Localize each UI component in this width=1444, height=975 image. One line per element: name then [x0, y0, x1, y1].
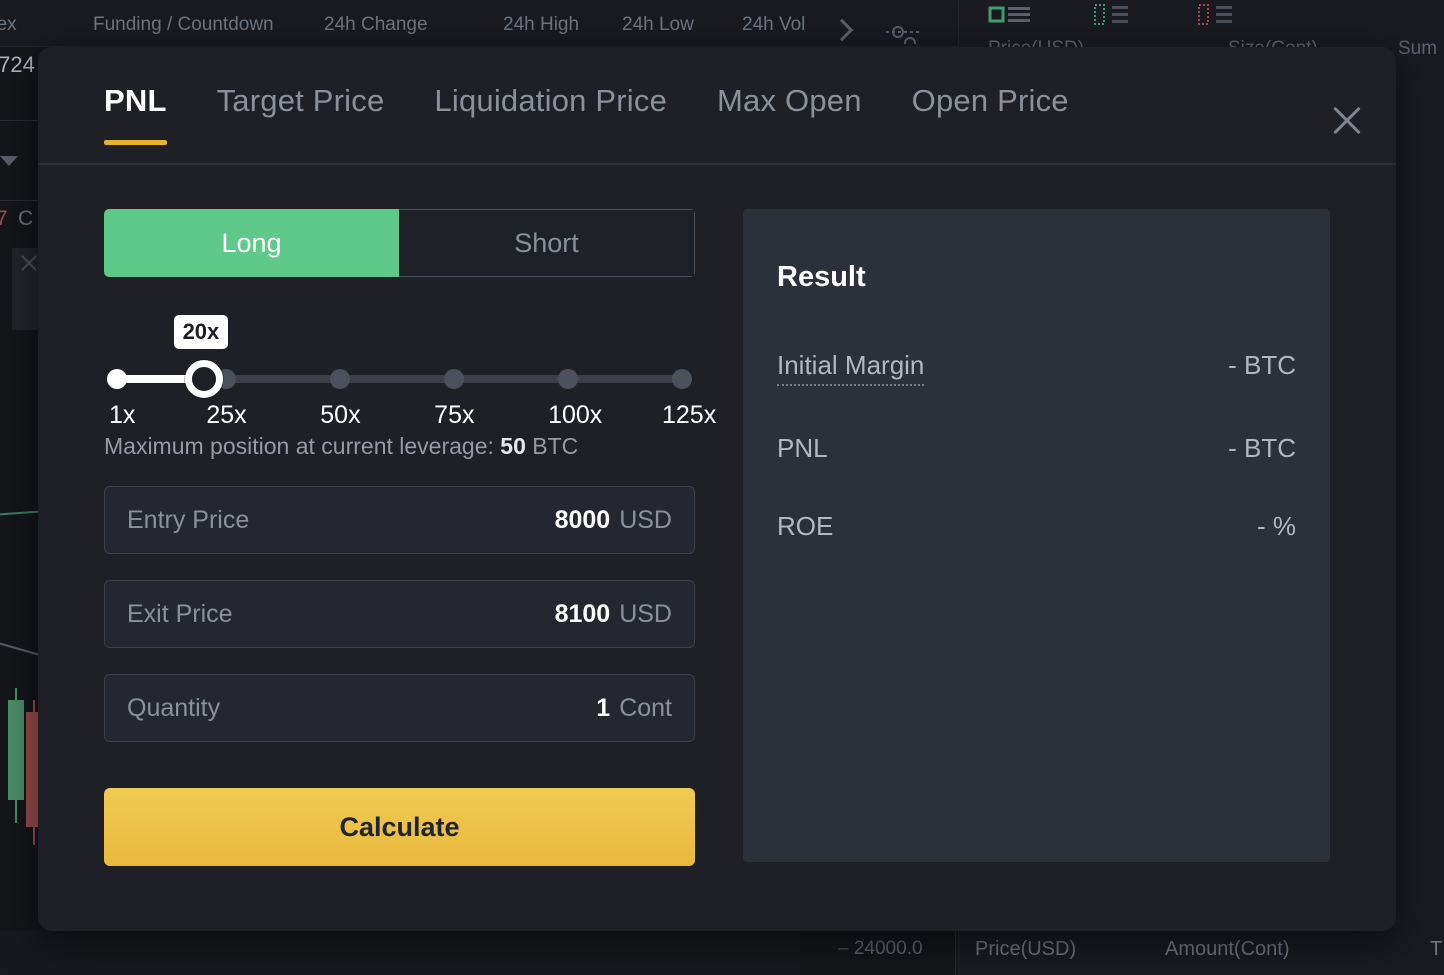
trades-column-header: Price(USD) — [975, 938, 1077, 960]
max-position-text: Maximum position at current leverage: 50… — [104, 433, 579, 459]
orderbook-column-header: Sum — [1398, 38, 1438, 59]
candlestick — [8, 688, 24, 823]
calculator-form: Long Short 1x 25x 50x 75x 100x 125x 20x Maxim… — [104, 209, 716, 866]
slider-tick-1x[interactable] — [107, 369, 127, 389]
market-column-header: 24h Vol — [742, 14, 806, 35]
field-label: Quantity — [127, 693, 221, 722]
app-screen: dex Funding / Countdown 24h Change 24h Hig… — [0, 0, 1444, 975]
field-value: 8000 USD — [554, 505, 672, 534]
tab-open-price[interactable]: Open Price — [912, 83, 1069, 145]
exit-price-input[interactable]: Exit Price 8100 USD — [104, 580, 695, 648]
leverage-value-tooltip: 20x — [173, 315, 229, 349]
slider-label-125x: 125x — [662, 401, 717, 429]
slider-tick-75x[interactable] — [444, 369, 465, 389]
slider-tick-125x[interactable] — [672, 369, 692, 389]
long-button[interactable]: Long — [104, 209, 399, 277]
market-column-header: 24h Change — [324, 14, 428, 35]
result-value: - BTC — [1228, 350, 1296, 380]
slider-tick-50x[interactable] — [330, 369, 351, 389]
chart-axis-price-label: – 24000.0 — [838, 938, 923, 959]
field-unit: Cont — [619, 693, 672, 722]
slider-label-1x: 1x — [109, 401, 136, 429]
settings-sliders-icon[interactable] — [884, 26, 926, 49]
field-unit: USD — [619, 599, 672, 628]
market-last-price: ,724 — [0, 52, 35, 77]
result-row: ROE - % — [777, 511, 1296, 542]
calculator-modal: PNL Target Price Liquidation Price Max Open… — [38, 47, 1396, 931]
caret-down-icon[interactable] — [0, 156, 18, 166]
divider — [0, 120, 40, 121]
field-value: 1 Cont — [596, 693, 672, 722]
field-label: Entry Price — [127, 505, 250, 534]
orderbook-view-bids-icon[interactable] — [1092, 3, 1136, 27]
side-toggle: Long Short — [104, 209, 695, 277]
leverage-slider[interactable]: 1x 25x 50x 75x 100x 125x 20x — [104, 315, 716, 431]
result-panel: Result Initial Margin - BTC PNL - BTC ROE - % — [743, 209, 1330, 862]
market-currency-label: C — [18, 207, 34, 230]
tab-pnl[interactable]: PNL — [104, 83, 167, 145]
market-change-value: 7 — [0, 207, 8, 230]
calculator-tabs: PNL Target Price Liquidation Price Max Open… — [104, 83, 1069, 145]
market-col-index: dex — [0, 14, 17, 35]
result-column: Result Initial Margin - BTC PNL - BTC ROE - % — [743, 209, 1330, 866]
result-key[interactable]: Initial Margin — [777, 350, 925, 386]
orderbook-view-both-icon[interactable] — [988, 3, 1032, 27]
divider — [0, 200, 40, 201]
result-value: - BTC — [1228, 433, 1296, 463]
slider-label-100x: 100x — [548, 401, 603, 429]
result-value: - % — [1257, 511, 1296, 541]
slider-label-25x: 25x — [206, 401, 247, 429]
result-key: ROE — [777, 511, 834, 541]
market-column-header: Funding / Countdown — [93, 14, 274, 35]
tab-liquidation-price[interactable]: Liquidation Price — [434, 83, 667, 145]
slider-label-50x: 50x — [320, 401, 361, 429]
slider-label-75x: 75x — [434, 401, 475, 429]
entry-price-input[interactable]: Entry Price 8000 USD — [104, 486, 695, 554]
close-icon[interactable] — [1322, 95, 1372, 145]
market-column-header: 24h Low — [622, 14, 694, 35]
trades-column-header: T — [1430, 938, 1443, 960]
chart-trendline-grey — [0, 641, 44, 657]
orderbook-view-asks-icon[interactable] — [1196, 3, 1240, 27]
trades-column-header: Amount(Cont) — [1165, 938, 1290, 960]
modal-body: Long Short 1x 25x 50x 75x 100x 125x 20x Maxim… — [38, 165, 1396, 866]
chart-trendline-green — [0, 510, 43, 516]
result-key: PNL — [777, 433, 828, 463]
field-value: 8100 USD — [554, 599, 672, 628]
bottom-strip — [0, 930, 800, 975]
slider-handle[interactable] — [184, 360, 223, 398]
short-button[interactable]: Short — [399, 209, 695, 277]
slider-tick-100x[interactable] — [558, 369, 579, 389]
input-fields: Entry Price 8000 USD Exit Price 8100 USD Quant… — [104, 486, 695, 742]
result-row: Initial Margin - BTC — [777, 350, 1296, 386]
result-title: Result — [777, 261, 866, 293]
tab-max-open[interactable]: Max Open — [717, 83, 862, 145]
field-label: Exit Price — [127, 599, 233, 628]
tab-target-price[interactable]: Target Price — [217, 83, 385, 145]
market-column-header: 24h High — [503, 14, 580, 35]
calculate-button[interactable]: Calculate — [104, 788, 695, 866]
modal-header: PNL Target Price Liquidation Price Max Open… — [38, 47, 1396, 165]
result-rows: Initial Margin - BTC PNL - BTC ROE - % — [777, 350, 1296, 542]
quantity-input[interactable]: Quantity 1 Cont — [104, 674, 695, 742]
field-unit: USD — [619, 505, 672, 534]
result-row: PNL - BTC — [777, 433, 1296, 464]
